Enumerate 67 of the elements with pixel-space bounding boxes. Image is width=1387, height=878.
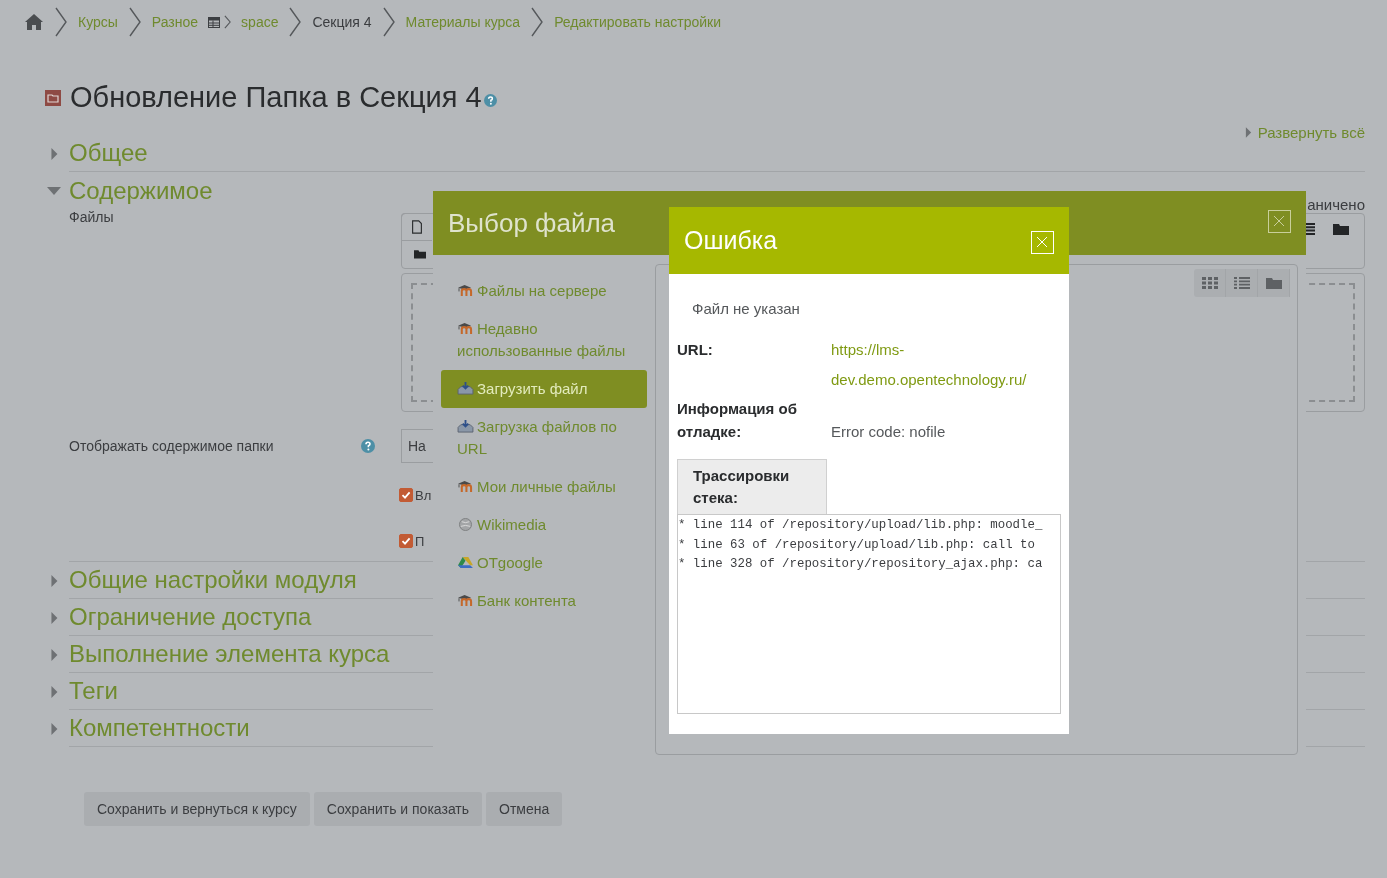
breadcrumb-link[interactable]: Редактировать настройки — [554, 14, 721, 30]
limit-text: аничено — [1307, 196, 1365, 213]
help-icon[interactable] — [483, 94, 497, 107]
stack-trace-line: * line 114 of /repository/upload/lib.php: moodle_ — [678, 517, 1043, 534]
graduation-cap-icon — [457, 322, 474, 335]
repository-item[interactable]: Загрузить файл — [441, 370, 647, 408]
repository-item[interactable]: Мои личные файлы — [441, 468, 647, 506]
form-button[interactable]: Отмена — [486, 792, 563, 826]
grid-icon — [1201, 277, 1218, 289]
chevron-icon — [224, 15, 232, 29]
list-icon — [1233, 277, 1250, 289]
field-label: URL: — [677, 340, 714, 360]
checkbox[interactable] — [399, 534, 413, 548]
folder-icon[interactable] — [1333, 222, 1349, 236]
folder-icon[interactable] — [414, 249, 426, 259]
dialog-title: Ошибка — [684, 226, 778, 255]
add-file-button[interactable] — [401, 213, 432, 241]
close-icon — [1036, 236, 1048, 248]
breadcrumb-link[interactable]: Материалы курса — [405, 14, 521, 30]
breadcrumb-text: Секция 4 — [312, 14, 372, 30]
table-icon — [208, 16, 221, 28]
graduation-cap-icon — [457, 594, 474, 607]
repository-item[interactable]: Файлы на сервере — [441, 272, 647, 310]
chevron-icon — [288, 7, 303, 37]
stack-trace-tab[interactable]: Трассировки стека: — [677, 459, 827, 514]
graduation-cap-icon — [457, 480, 474, 493]
expand-arrow-icon — [1244, 127, 1252, 138]
folder-icon — [1265, 277, 1282, 289]
globe-icon — [457, 518, 474, 531]
error-message: Файл не указан — [692, 300, 801, 317]
upload-icon — [457, 382, 474, 395]
field-label: Информация об отладке: — [677, 399, 798, 442]
file-icon — [410, 220, 424, 234]
breadcrumb-link[interactable]: space — [241, 14, 279, 30]
graduation-cap-icon — [457, 284, 474, 297]
collapse-arrow-icon[interactable] — [47, 184, 61, 197]
form-button[interactable]: Сохранить и показать — [313, 792, 483, 826]
close-icon — [1273, 214, 1285, 227]
checkbox-label: Вл — [415, 487, 432, 503]
repository-item[interactable]: Банк контента — [441, 582, 647, 620]
page-title: Обновление Папка в Секция 4 — [70, 81, 482, 114]
url-link[interactable]: https://lms-dev.demo.opentechnology.ru/ — [831, 335, 1051, 395]
debug-value: Error code: nofile — [831, 422, 946, 442]
chevron-icon — [530, 7, 545, 37]
repository-item[interactable]: OTgoogle — [441, 544, 647, 582]
breadcrumb-link[interactable]: Разное — [151, 14, 199, 30]
upload-icon — [457, 420, 474, 433]
breadcrumb-link[interactable]: Курсы — [78, 14, 118, 30]
field-label: Отображать содержимое папки — [69, 438, 275, 454]
repository-item[interactable]: Загрузка файлов по URL — [441, 408, 647, 468]
stack-trace-line: * line 63 of /repository/upload/lib.php: call to — [678, 536, 1035, 554]
chevron-icon — [127, 7, 142, 37]
field-label: Файлы — [69, 209, 115, 227]
checkbox-label: П — [415, 533, 425, 549]
help-icon[interactable] — [361, 439, 375, 453]
repository-item[interactable]: Недавно использованные файлы — [441, 310, 647, 370]
home-icon[interactable] — [24, 13, 44, 31]
triangle-icon — [457, 556, 474, 569]
checkbox[interactable] — [399, 488, 413, 502]
chevron-icon — [381, 7, 396, 37]
stack-trace-line: * line 328 of /repository/repository_ajax.php: ca — [678, 556, 1043, 573]
form-button[interactable]: Сохранить и вернуться к курсу — [84, 792, 310, 826]
close-button[interactable] — [1268, 209, 1291, 233]
chevron-icon — [54, 7, 68, 37]
folder-icon — [45, 89, 61, 106]
dialog-title: Выбор файла — [448, 207, 616, 239]
repository-item[interactable]: Wikimedia — [441, 506, 647, 544]
